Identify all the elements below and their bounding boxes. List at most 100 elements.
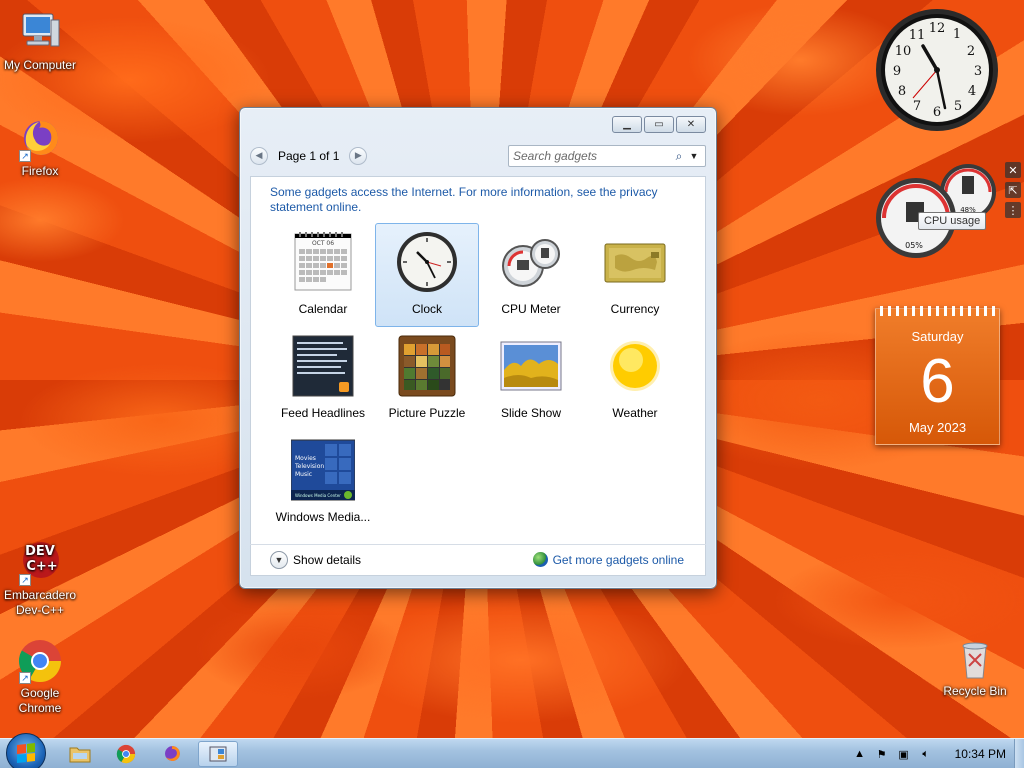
action-center-icon[interactable]: ⚑ bbox=[875, 747, 889, 761]
taskbar-clock[interactable]: 10:34 PM bbox=[955, 747, 1006, 761]
show-details-button[interactable]: ▼ Show details bbox=[270, 550, 362, 569]
resize-icon: ⇱ bbox=[1008, 183, 1018, 197]
get-more-label: Get more gadgets online bbox=[552, 552, 684, 567]
gadget-feed-headlines[interactable]: Feed Headlines bbox=[271, 327, 375, 431]
svg-text:Windows Media Center: Windows Media Center bbox=[295, 493, 341, 498]
show-details-label: Show details bbox=[293, 552, 362, 567]
svg-text:11: 11 bbox=[909, 28, 926, 43]
gadget-weather[interactable]: Weather bbox=[583, 327, 687, 431]
feed-headlines-icon bbox=[291, 334, 355, 398]
svg-text:3: 3 bbox=[974, 64, 982, 79]
chrome-icon bbox=[116, 744, 136, 764]
clock-icon: 12 1 2 3 4 5 6 7 8 9 10 11 bbox=[876, 9, 998, 131]
gadget-label: Calendar bbox=[298, 302, 348, 316]
start-button[interactable] bbox=[6, 733, 46, 768]
taskbar-explorer[interactable] bbox=[60, 741, 100, 767]
gadget-label: Windows Media... bbox=[275, 510, 371, 524]
calendar-rings bbox=[880, 306, 996, 316]
cpu-meter-icon bbox=[499, 230, 563, 294]
minimize-icon: ▁ bbox=[623, 119, 631, 130]
svg-text:C++: C++ bbox=[26, 559, 57, 574]
chevron-left-icon: ◀ bbox=[255, 151, 263, 161]
gadget-gallery-window: ▁ ▭ ✕ ◀ Page 1 of 1 ▶ Search gadgets ⌕ ▼… bbox=[239, 107, 717, 589]
gadget-label: Clock bbox=[411, 302, 442, 316]
calendar-month-year: May 2023 bbox=[908, 420, 967, 435]
desktop-cpu-meter-gadget[interactable]: 48% 05% bbox=[872, 162, 1004, 258]
gallery-content: Some gadgets access the Internet. For mo… bbox=[250, 176, 706, 576]
search-placeholder: Search gadgets bbox=[513, 149, 598, 163]
firefox-icon bbox=[165, 746, 180, 761]
desktop-icon-label: Embarcadero Dev-C++ bbox=[3, 588, 77, 617]
show-desktop-button[interactable] bbox=[1014, 739, 1024, 768]
privacy-notice-link[interactable]: Some gadgets access the Internet. For mo… bbox=[270, 185, 690, 215]
gadget-picture-puzzle[interactable]: Picture Puzzle bbox=[375, 327, 479, 431]
close-button[interactable]: ✕ bbox=[676, 116, 706, 133]
svg-text:2: 2 bbox=[967, 44, 975, 59]
gadget-side-controls: ✕ ⇱ ⋮ bbox=[1005, 162, 1021, 222]
clock-icon bbox=[395, 230, 459, 294]
taskbar-firefox[interactable] bbox=[152, 741, 192, 767]
shortcut-arrow-icon: ↗ bbox=[19, 574, 31, 586]
page-label: Page 1 of 1 bbox=[278, 149, 340, 163]
desktop-icon-label: Firefox bbox=[21, 164, 59, 178]
chevron-right-icon: ▶ bbox=[354, 151, 362, 161]
slide-show-icon bbox=[499, 334, 563, 398]
search-gadgets-input[interactable]: Search gadgets ⌕ ▼ bbox=[508, 145, 706, 167]
gadget-windows-media[interactable]: Movies Television Music Windows Media Ce… bbox=[271, 431, 375, 535]
search-icon[interactable]: ⌕ bbox=[671, 149, 687, 164]
next-page-button[interactable]: ▶ bbox=[349, 147, 368, 165]
desktop-icon-my-computer[interactable]: My Computer bbox=[0, 10, 80, 72]
pager: ◀ Page 1 of 1 ▶ bbox=[250, 147, 368, 165]
show-hidden-icons-button[interactable]: ▲ bbox=[853, 747, 867, 761]
desktop-clock-gadget[interactable]: 12 1 2 3 4 5 6 7 8 9 10 11 bbox=[875, 8, 999, 132]
gadget-label: Picture Puzzle bbox=[388, 406, 466, 420]
calendar-weekday: Saturday bbox=[911, 329, 964, 344]
desktop-icon-recycle-bin[interactable]: Recycle Bin bbox=[935, 636, 1015, 698]
system-tray: ▲ ⚑ ▣ 🔈︎ 10:34 PM bbox=[853, 739, 1014, 768]
chevron-down-icon[interactable]: ▼ bbox=[687, 151, 701, 161]
gadget-clock[interactable]: Clock bbox=[375, 223, 479, 327]
windows-media-icon: Movies Television Music Windows Media Ce… bbox=[290, 438, 356, 502]
svg-text:8: 8 bbox=[898, 84, 906, 99]
gadget-label: Currency bbox=[610, 302, 660, 316]
gadget-cpu-meter[interactable]: CPU Meter bbox=[479, 223, 583, 327]
volume-icon[interactable]: 🔈︎ bbox=[919, 747, 933, 761]
previous-page-button[interactable]: ◀ bbox=[250, 147, 268, 165]
globe-icon bbox=[532, 552, 548, 567]
grip-icon: ⋮ bbox=[1007, 203, 1019, 217]
maximize-button[interactable]: ▭ bbox=[644, 116, 674, 133]
gadget-label: CPU Meter bbox=[501, 302, 561, 316]
calendar-day-number: 6 bbox=[920, 347, 955, 416]
svg-text:6: 6 bbox=[933, 105, 941, 120]
windows-logo-icon bbox=[17, 743, 35, 763]
gadget-grid: OCT 06 Calendar Clock CPU Meter Currency… bbox=[271, 223, 687, 535]
shortcut-arrow-icon: ↗ bbox=[19, 150, 31, 162]
desktop-icon-devcpp[interactable]: DEV C++ ↗ Embarcadero Dev-C++ bbox=[0, 540, 80, 618]
taskbar-gadgets[interactable] bbox=[198, 741, 238, 767]
close-gadget-button[interactable]: ✕ bbox=[1005, 162, 1021, 178]
maximize-icon: ▭ bbox=[654, 119, 664, 130]
gadget-label: Slide Show bbox=[500, 406, 562, 420]
drag-gadget-handle[interactable]: ⋮ bbox=[1005, 202, 1021, 218]
desktop-icon-label: Google Chrome bbox=[18, 686, 62, 715]
desktop-icon-chrome[interactable]: ↗ Google Chrome bbox=[0, 638, 80, 716]
shortcut-arrow-icon: ↗ bbox=[19, 672, 31, 684]
gadget-label: Weather bbox=[612, 406, 658, 420]
svg-text:DEV: DEV bbox=[25, 544, 55, 559]
calendar-icon: OCT 06 bbox=[291, 230, 355, 294]
gadget-calendar[interactable]: OCT 06 Calendar bbox=[271, 223, 375, 327]
network-icon[interactable]: ▣ bbox=[897, 747, 911, 761]
gadget-slide-show[interactable]: Slide Show bbox=[479, 327, 583, 431]
desktop-icon-firefox[interactable]: ↗ Firefox bbox=[0, 116, 80, 178]
svg-text:4: 4 bbox=[968, 84, 976, 99]
resize-gadget-button[interactable]: ⇱ bbox=[1005, 182, 1021, 198]
taskbar-chrome[interactable] bbox=[106, 741, 146, 767]
desktop-icon-label: My Computer bbox=[3, 58, 77, 72]
currency-icon bbox=[603, 230, 667, 294]
gadget-currency[interactable]: Currency bbox=[583, 223, 687, 327]
taskbar: ▲ ⚑ ▣ 🔈︎ 10:34 PM bbox=[0, 733, 1024, 768]
get-more-gadgets-link[interactable]: Get more gadgets online bbox=[532, 552, 684, 567]
desktop-calendar-gadget[interactable]: Saturday 6 May 2023 bbox=[875, 306, 1000, 445]
minimize-button[interactable]: ▁ bbox=[612, 116, 642, 133]
svg-text:Television: Television bbox=[294, 463, 324, 470]
